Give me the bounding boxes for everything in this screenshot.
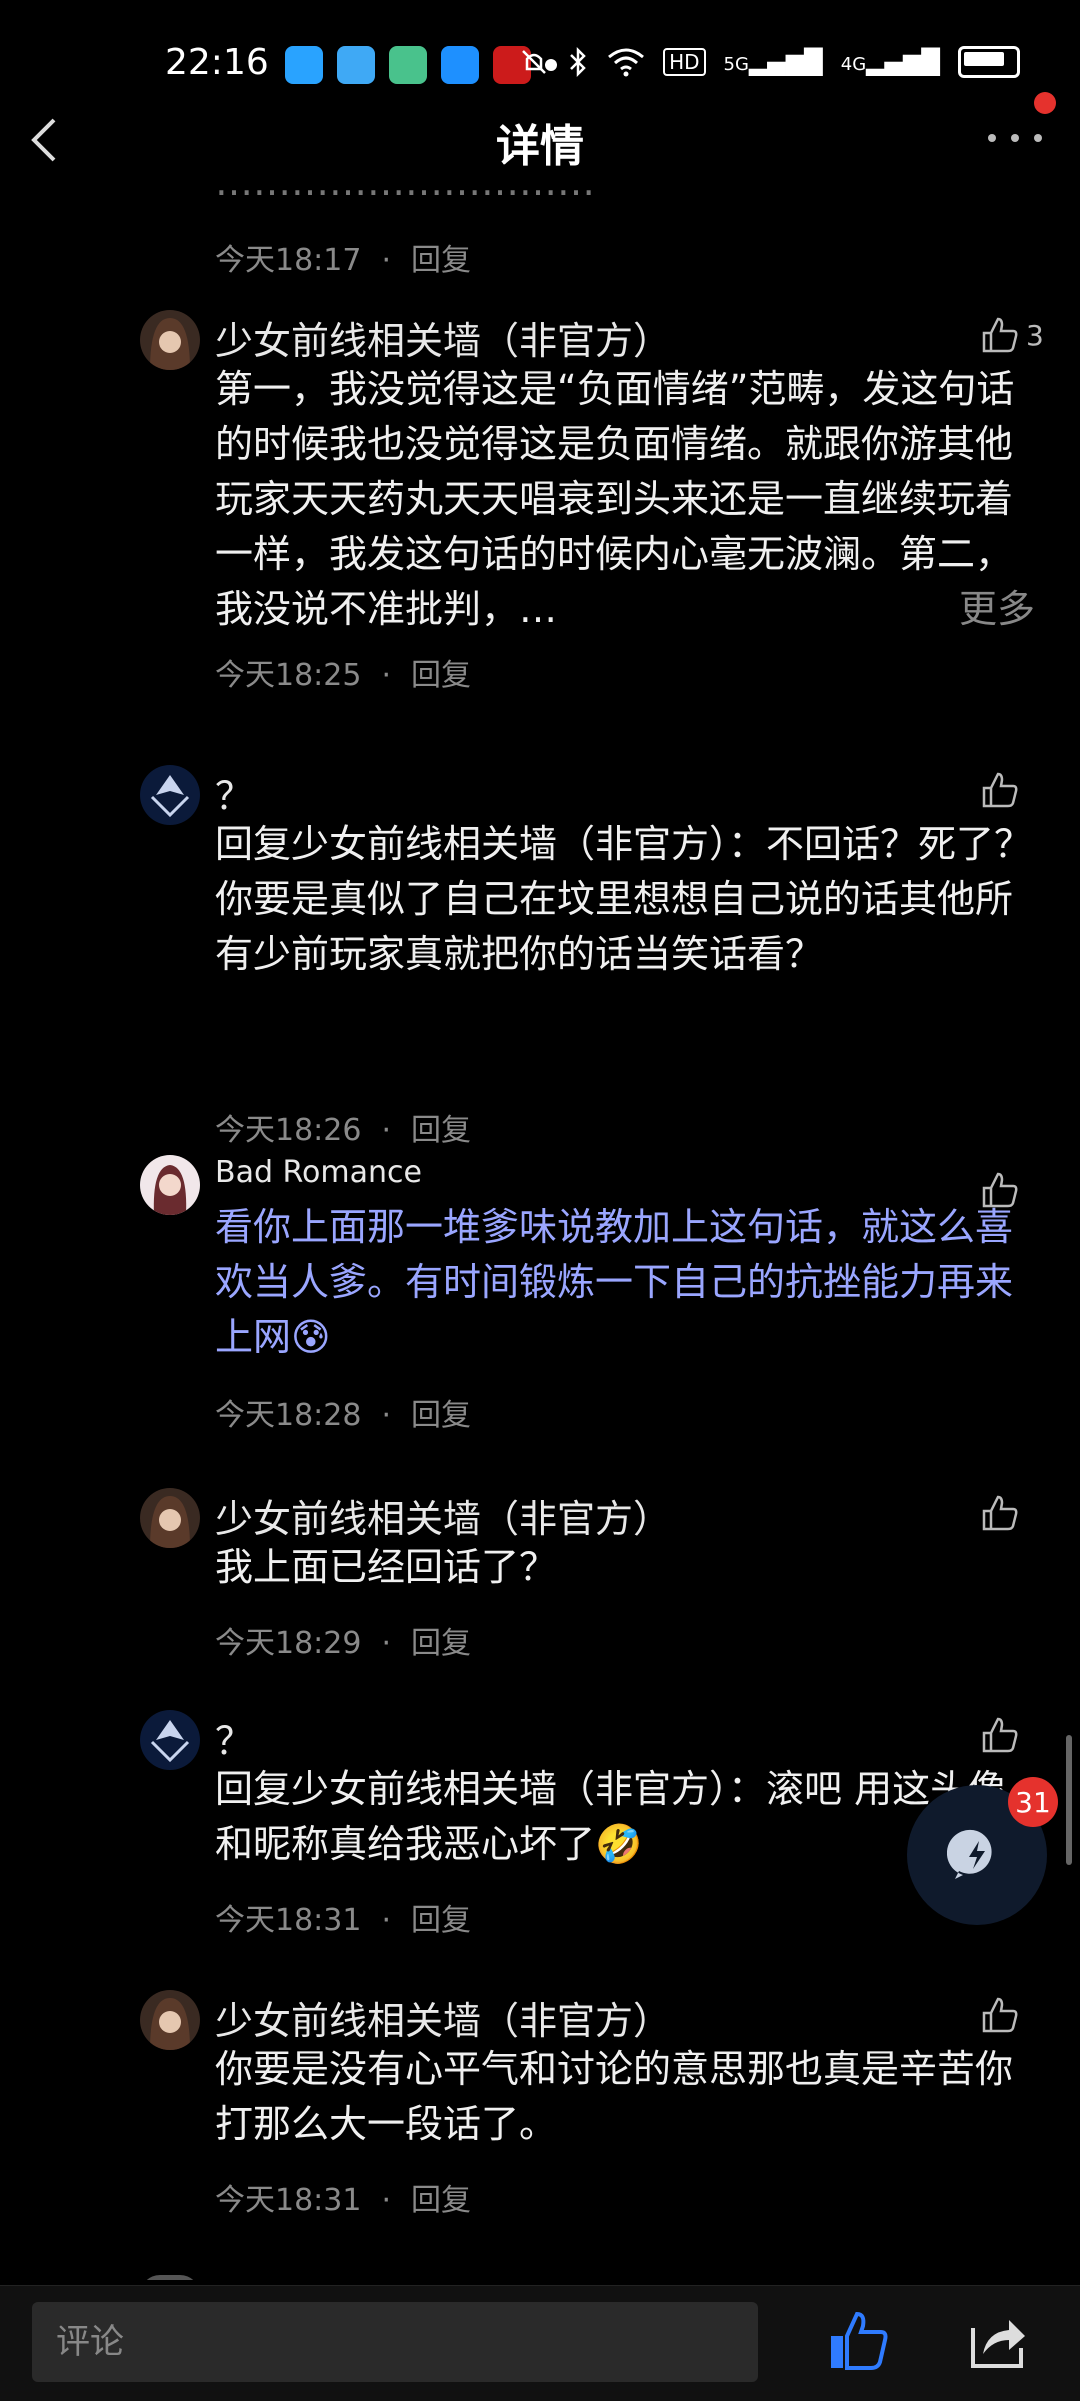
username[interactable]: Bad Romance — [215, 1155, 422, 1190]
comment-time: 今天18:17 — [215, 243, 362, 278]
avatar[interactable] — [140, 310, 200, 370]
system-icons: HD 5G▂▄▆█ 4G▂▄▆█ — [519, 46, 1020, 78]
thumbs-up-icon — [982, 317, 1018, 353]
username[interactable]: ？ — [215, 765, 253, 820]
avatar[interactable] — [140, 765, 200, 825]
reply-button[interactable]: 回复 — [411, 2183, 471, 2218]
page-title: 详情 — [496, 121, 584, 172]
app-icon — [389, 46, 427, 84]
avatar[interactable] — [140, 1710, 200, 1770]
username[interactable]: 少女前线相关墙（非官方） — [215, 1990, 671, 2045]
comment-time: 今天18:26 — [215, 1113, 362, 1148]
comment-time: 今天18:31 — [215, 2183, 362, 2218]
avatar[interactable] — [140, 1990, 200, 2050]
lightning-bubble-icon — [947, 1829, 992, 1879]
comment-text: 第一，我没觉得这是“负面情绪”范畴，发这句话的时候我也没觉得这是负面情绪。就跟你… — [215, 362, 1035, 637]
avatar — [140, 2275, 200, 2280]
bottom-action-bar — [0, 2285, 1080, 2401]
comment-meta: 今天18:17 · 回复 — [215, 243, 472, 278]
comment-time: 今天18:28 — [215, 1398, 362, 1433]
expand-more-link[interactable]: 更多 — [959, 582, 1035, 637]
reply-button[interactable]: 回复 — [411, 1398, 471, 1433]
comment-meta: 今天18:26 · 回复 — [215, 1113, 472, 1148]
app-icon — [441, 46, 479, 84]
reply-button[interactable]: 回复 — [411, 1113, 471, 1148]
top-nav: 详情 — [0, 92, 1080, 180]
notification-icons — [285, 46, 557, 84]
wifi-icon — [608, 48, 645, 77]
signal-5g-icon: 5G▂▄▆█ — [723, 48, 823, 76]
like-button[interactable] — [980, 1488, 1060, 1538]
comment-list[interactable]: ………………………… 今天18:17 · 回复 少女前线相关墙（非官方） 3 第一，… — [0, 180, 1080, 2280]
share-icon[interactable] — [965, 2308, 1031, 2374]
hd-icon: HD — [663, 48, 706, 76]
thumbs-up-icon — [982, 1997, 1018, 2033]
username[interactable]: ？ — [215, 1710, 253, 1765]
comment-meta: 今天18:28 · 回复 — [215, 1398, 472, 1433]
like-button[interactable]: 3 — [980, 310, 1060, 360]
unread-badge: 31 — [1008, 1777, 1058, 1827]
reply-button[interactable]: 回复 — [411, 1903, 471, 1938]
clock: 22:16 — [165, 42, 269, 83]
bluetooth-icon — [570, 46, 586, 78]
avatar[interactable] — [140, 1488, 200, 1548]
like-count: 3 — [1026, 318, 1044, 352]
thumbs-up-icon — [982, 1495, 1018, 1531]
like-button[interactable] — [980, 765, 1060, 815]
comment-meta: 今天18:25 · 回复 — [215, 658, 472, 693]
scrollbar[interactable] — [1066, 1735, 1072, 1865]
comment-time: 今天18:29 — [215, 1626, 362, 1661]
comment-text: 看你上面那一堆爹味说教加上这句话，就这么喜欢当人爹。有时间锻炼一下自己的抗挫能力… — [215, 1205, 1014, 1359]
battery-icon — [958, 46, 1020, 78]
reply-button[interactable]: 回复 — [411, 243, 471, 278]
like-post-button[interactable] — [825, 2308, 891, 2374]
reply-button[interactable]: 回复 — [411, 1626, 471, 1661]
comment-time: 今天18:31 — [215, 1903, 362, 1938]
comment-meta: 今天18:31 · 回复 — [215, 2183, 472, 2218]
username[interactable]: 少女前线相关墙（非官方） — [215, 1488, 671, 1543]
comment-meta: 今天18:31 · 回复 — [215, 1903, 472, 1938]
comment-text: 你要是没有心平气和讨论的意思那也真是辛苦你打那么大一段话了。 — [215, 2047, 1014, 2146]
comment-time: 今天18:25 — [215, 658, 362, 693]
more-options-icon[interactable] — [980, 118, 1050, 158]
like-button[interactable] — [980, 1990, 1060, 2040]
username[interactable]: 少女前线相关墙（非官方） — [215, 310, 671, 365]
reply-button[interactable]: 回复 — [411, 658, 471, 693]
notification-dot — [1034, 92, 1056, 114]
qq-icon — [285, 46, 323, 84]
comment-input[interactable] — [32, 2302, 758, 2382]
avatar[interactable] — [140, 1155, 200, 1215]
mute-icon — [522, 50, 546, 74]
app-icon — [337, 46, 375, 84]
signal-4g-icon: 4G▂▄▆█ — [840, 48, 940, 76]
thumbs-up-icon — [982, 1717, 1018, 1753]
like-button[interactable] — [980, 1710, 1060, 1760]
comment-meta: 今天18:29 · 回复 — [215, 1626, 472, 1661]
truncated-previous-comment: ………………………… — [215, 180, 595, 204]
comment-text: 我上面已经回话了？ — [215, 1545, 558, 1589]
comment-text: 回复少女前线相关墙（非官方）：不回话？死了？你要是真似了自己在坟里想想自己说的话… — [215, 822, 1033, 976]
thumbs-up-icon — [982, 772, 1018, 808]
